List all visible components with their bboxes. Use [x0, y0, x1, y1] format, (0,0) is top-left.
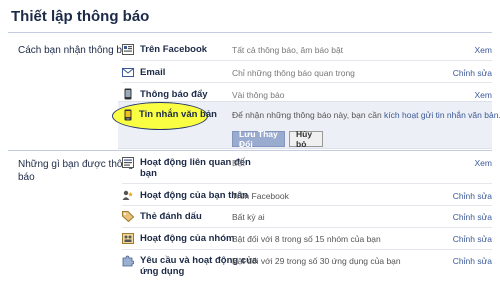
section-label-delivery: Cách bạn nhận thông báo: [18, 45, 134, 56]
section-label-what: Những gì bạn được thông báo: [18, 158, 134, 184]
title-divider: [8, 32, 492, 33]
edit-groups-link[interactable]: Chỉnh sửa: [453, 234, 492, 245]
close-friends-icon: [122, 190, 134, 201]
row-name-line1: Thẻ đánh dấu: [140, 211, 202, 222]
edit-tags-link[interactable]: Chỉnh sửa: [453, 212, 492, 223]
row-value: Bật: [232, 158, 245, 168]
row-close-friends: Hoạt động của bạn thân Trên Facebook Chỉ…: [122, 189, 492, 209]
row-divider: [122, 183, 492, 184]
row-name-line2: ứng dụng: [140, 266, 185, 277]
row-value: Bất kỳ ai: [232, 212, 265, 222]
row-name: Thông báo đẩy: [140, 89, 208, 100]
app-puzzle-icon: [122, 255, 134, 266]
envelope-icon: [122, 67, 134, 78]
facebook-globe-icon: [122, 44, 134, 55]
row-value: Chỉ những thông báo quan trọng: [232, 68, 355, 78]
row-value: Vài thông báo: [232, 90, 285, 100]
edit-email-link[interactable]: Chỉnh sửa: [453, 68, 492, 79]
edit-apps-link[interactable]: Chỉnh sửa: [453, 256, 492, 267]
section-label-line1: Những gì bạn được thông: [18, 159, 134, 170]
row-value: Bật đối với 29 trong số 30 ứng dụng của …: [232, 256, 401, 266]
sms-phone-icon: [124, 108, 132, 126]
view-push-link[interactable]: Xem: [475, 90, 492, 101]
row-value: Trên Facebook: [232, 191, 289, 201]
row-divider: [122, 60, 492, 61]
row-name-line1: Hoạt động của nhóm: [140, 233, 235, 244]
row-name: Email: [140, 67, 166, 78]
row-divider: [122, 205, 492, 206]
notification-list-icon: [122, 157, 134, 168]
row-divider: [122, 227, 492, 228]
tag-icon: [122, 211, 134, 222]
row-name-line2: bạn: [140, 168, 157, 179]
sms-desc-prefix: Để nhận những thông báo này, bạn cần: [232, 110, 385, 120]
sms-row-name[interactable]: Tin nhắn văn bản: [139, 109, 217, 120]
view-activity-link[interactable]: Xem: [475, 158, 492, 169]
sms-description: Để nhận những thông báo này, bạn cần kíc…: [232, 110, 500, 120]
groups-icon: [122, 233, 134, 244]
row-name: Trên Facebook: [140, 44, 208, 55]
cancel-button[interactable]: Hủy bỏ: [289, 129, 323, 149]
view-on-facebook-link[interactable]: Xem: [475, 45, 492, 56]
save-changes-button[interactable]: Lưu Thay Đổi: [232, 129, 285, 149]
row-divider: [122, 249, 492, 250]
row-apps: Yêu cầu và hoạt động của ứng dụng Bật đố…: [122, 254, 492, 280]
section-label-line2: báo: [18, 172, 35, 183]
activate-sms-link[interactable]: kích hoạt gửi tin nhắn văn bản: [384, 110, 498, 120]
section-divider: [8, 150, 492, 151]
page-title: Thiết lập thông báo: [11, 8, 150, 25]
row-activity-about-you: Hoạt động liên quan đến bạn Bật Xem: [122, 156, 492, 182]
row-value: Tất cả thông báo, âm báo bật: [232, 45, 344, 55]
row-divider: [122, 82, 492, 83]
mobile-phone-icon: [122, 88, 134, 99]
row-email: Email Chỉ những thông báo quan trọng Chỉ…: [122, 66, 492, 86]
row-value: Bật đối với 8 trong số 15 nhóm của bạn: [232, 234, 381, 244]
edit-close-friends-link[interactable]: Chỉnh sửa: [453, 191, 492, 202]
